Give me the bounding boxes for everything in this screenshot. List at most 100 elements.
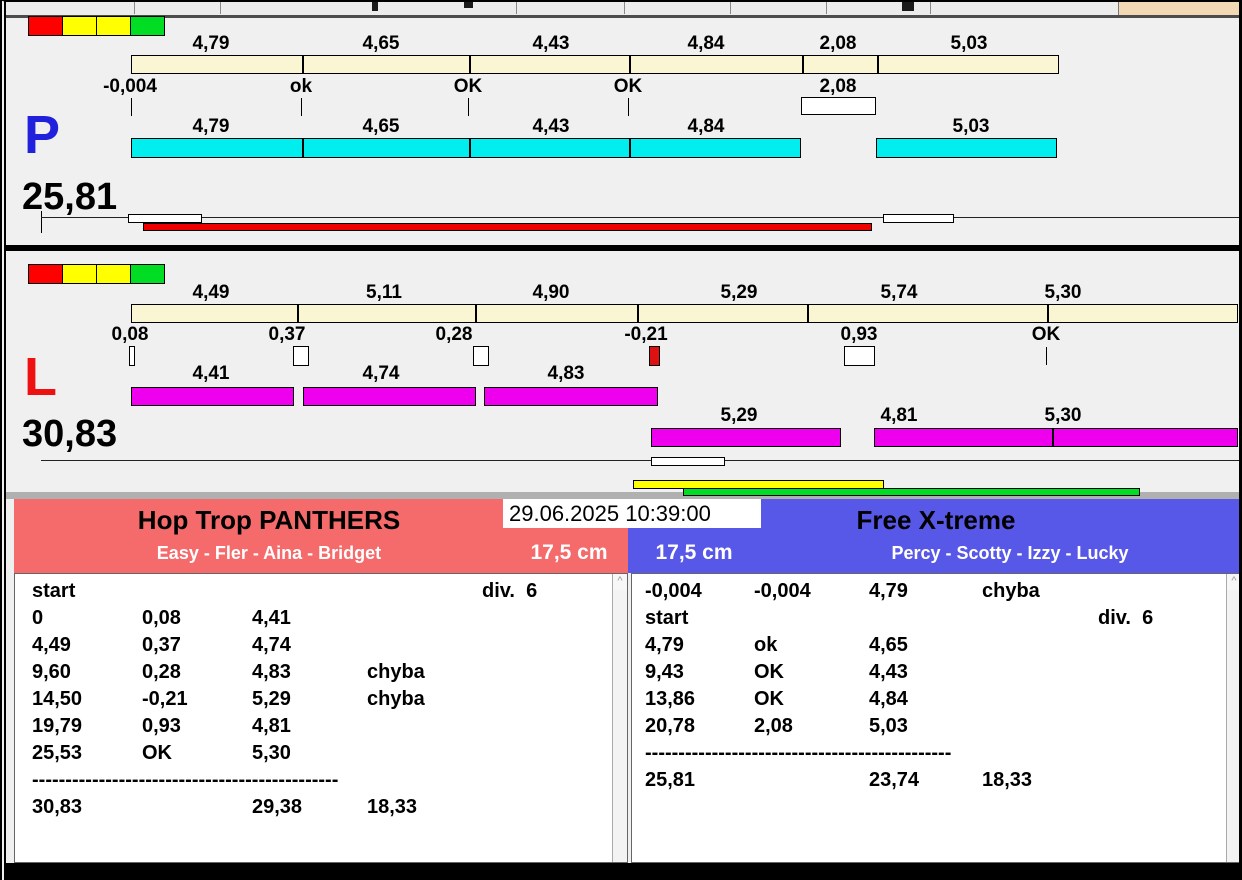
status-mark-box: [473, 346, 489, 366]
lane-l-dog-bar: [303, 387, 476, 406]
split-total: 13,86: [645, 688, 696, 710]
split-tick: [302, 139, 304, 157]
cross-time: OK: [754, 688, 784, 710]
separator-dashes: ----------------------------------------…: [32, 769, 339, 791]
lane-l-dog-time-label: 4,74: [362, 363, 400, 384]
lane-l-split-label: 5,29: [720, 282, 758, 303]
fault-flag: chyba: [367, 661, 425, 683]
toolbar-strip[interactable]: [6, 2, 1239, 15]
team-clean-time: 29,38: [252, 796, 303, 818]
progress-marker-box: [651, 457, 725, 466]
left-table-scrollbar[interactable]: ^: [612, 574, 627, 862]
right-table-scrollbar[interactable]: ^: [1226, 574, 1239, 862]
status-mark-box: [129, 346, 135, 366]
team-right-results-table: -0,004 -0,004 4,79 chyba start div. 6 4,…: [631, 573, 1239, 863]
cross-time: -0,004: [754, 580, 811, 602]
lane-p-dog-time-label: 4,79: [192, 116, 230, 137]
start-label: start: [645, 607, 689, 629]
race-timing-window: 4,79 4,65 4,43 4,84 2,08 5,03 -0,004 ok …: [0, 0, 1242, 880]
separator-dashes: ----------------------------------------…: [645, 742, 952, 764]
lane-p-dog-bar: [876, 138, 1057, 158]
team-right-name: Free X-treme: [856, 505, 1016, 535]
dog-time: 4,74: [252, 634, 291, 656]
clipped-text-glyph: [464, 2, 473, 8]
split-tick: [807, 305, 809, 322]
split-tick: [469, 139, 471, 157]
lane-p-status-label: OK: [453, 76, 483, 97]
toolbar-bottom-edge: [6, 15, 1239, 18]
split-tick: [297, 305, 299, 322]
lane-l-split-label: 5,11: [366, 282, 402, 303]
traffic-light-green: [130, 264, 165, 284]
result-row: 25,53 OK 5,30: [15, 742, 627, 769]
lane-p-split-bar: [131, 55, 1059, 74]
traffic-light-yellow: [96, 264, 131, 284]
lane-p-progress-bar-red: [143, 223, 872, 231]
progress-strip-line: [41, 460, 1239, 461]
split-tick: [629, 56, 631, 73]
toolbar-separator: [624, 2, 625, 14]
split-tick: [1052, 429, 1054, 446]
result-row: -0,004 -0,004 4,79 chyba: [632, 580, 1239, 607]
team-total-time: 25,81: [645, 769, 696, 791]
split-total: 9,60: [32, 661, 71, 683]
lane-l-traffic-light: [28, 264, 165, 289]
dog-time: 4,79: [869, 580, 908, 602]
split-tick: [469, 56, 471, 73]
lane-l-total: 30,83: [22, 413, 118, 455]
lane-p-dog-time-label: 4,84: [687, 116, 725, 137]
scroll-up-icon[interactable]: ^: [613, 574, 627, 590]
clipped-text-glyph: [902, 2, 914, 11]
lane-l-split-label: 5,30: [1044, 282, 1082, 303]
toolbar-separator: [516, 2, 517, 14]
race-timestamp: 29.06.2025 10:39:00: [503, 499, 761, 528]
team-right-height: 17,5 cm: [655, 541, 733, 564]
status-mark-box: [801, 97, 876, 115]
division-label: div. 6: [1098, 607, 1154, 629]
progress-strip-line: [41, 217, 1239, 218]
lane-l-dog-time-label: 4,81: [880, 405, 918, 426]
team-left-name: Hop Trop PANTHERS: [137, 505, 401, 535]
split-total: 19,79: [32, 715, 83, 737]
split-total: 4,49: [32, 634, 71, 656]
lane-p-dog-bar: [131, 138, 801, 158]
lane-l-status-label: -0,21: [624, 324, 668, 345]
result-row: 19,79 0,93 4,81: [15, 715, 627, 742]
result-row: 4,49 0,37 4,74: [15, 634, 627, 661]
dog-time: 4,41: [252, 607, 291, 629]
lane-p-status-label: 2,08: [819, 76, 857, 97]
dog-time: 4,84: [869, 688, 908, 710]
team-total-time: 30,83: [32, 796, 83, 818]
team-left-results-table: start div. 6 0 0,08 4,41 4,49 0,37 4,74 …: [14, 573, 628, 863]
lane-l-status-label: 0,93: [840, 324, 878, 345]
lane-p-split-label: 2,08: [819, 33, 857, 54]
split-tick: [802, 56, 804, 73]
progress-marker-box: [128, 214, 202, 223]
dog-time: 4,83: [252, 661, 291, 683]
totals-row: 25,81 23,74 18,33: [632, 769, 1239, 796]
cross-time: 0,93: [142, 715, 181, 737]
team-left-height: 17,5 cm: [530, 541, 608, 564]
traffic-light-red: [28, 16, 63, 36]
cross-time: 0,28: [142, 661, 181, 683]
status-mark-line: [301, 98, 302, 116]
lane-l-progress-bar-green: [683, 488, 1140, 496]
team-left-dogs: Easy - Fler - Aina - Bridget: [156, 543, 382, 563]
lane-l-status-label: 0,08: [111, 324, 149, 345]
scroll-up-icon[interactable]: ^: [1227, 574, 1239, 590]
progress-marker-box: [883, 214, 954, 223]
lane-p-letter: P: [24, 105, 61, 165]
toolbar-separator: [220, 2, 221, 14]
lane-p-status-label: OK: [613, 76, 643, 97]
status-mark-line: [468, 98, 469, 116]
toolbar-separator: [930, 2, 931, 14]
dog-time: 4,43: [869, 661, 908, 683]
result-row: 20,78 2,08 5,03: [632, 715, 1239, 742]
lane-p-dog-time-label: 4,65: [362, 116, 400, 137]
traffic-light-yellow: [62, 16, 97, 36]
toolbar-separator: [134, 2, 135, 14]
split-total: 4,79: [645, 634, 684, 656]
cross-time: 0,37: [142, 634, 181, 656]
lane-l-split-label: 4,49: [192, 282, 230, 303]
lane-l-split-bar: [131, 304, 1238, 323]
